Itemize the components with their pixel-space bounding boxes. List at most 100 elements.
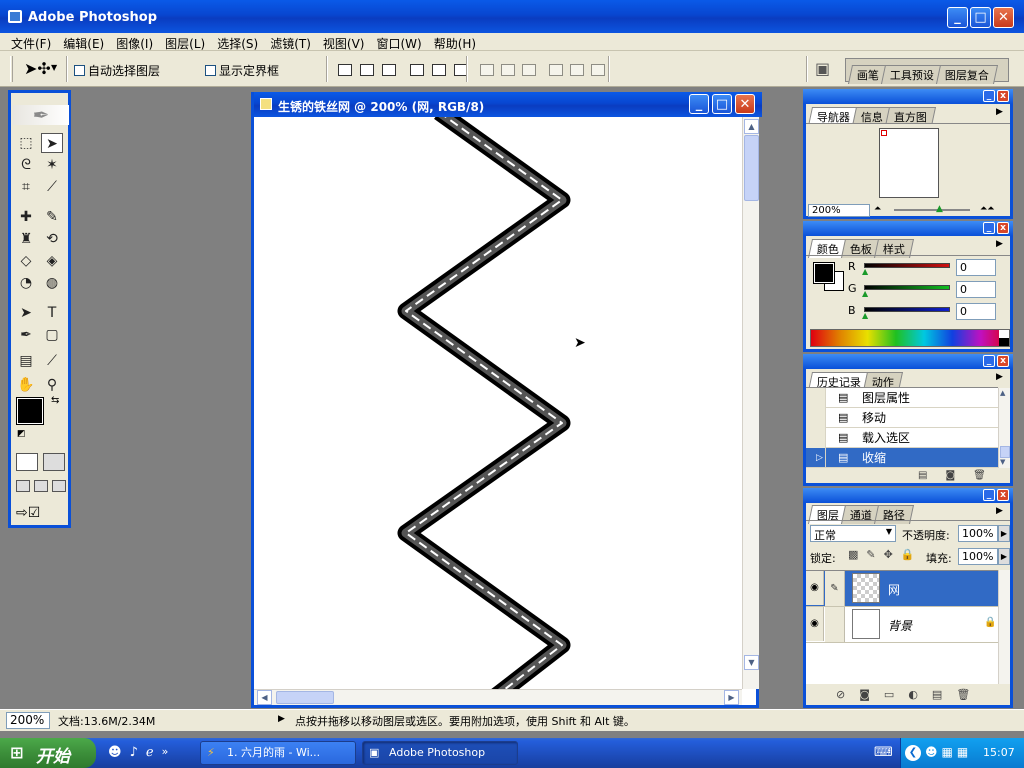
notes-tool-icon[interactable]: ▤ <box>15 351 37 371</box>
snapshot-icon[interactable]: ◙ <box>945 470 955 481</box>
file-browser-icon[interactable]: ▣ <box>815 59 830 78</box>
history-source-cell[interactable]: ▷ <box>806 448 826 468</box>
opacity-field[interactable]: 100% <box>958 525 998 542</box>
quick-mask-button[interactable] <box>43 453 65 471</box>
screen-mode-fullmenu-icon[interactable] <box>34 480 48 492</box>
pen-tool-icon[interactable]: ✒ <box>15 325 37 345</box>
clone-stamp-tool-icon[interactable]: ♜ <box>15 229 37 249</box>
ie-icon[interactable]: ℯ <box>146 745 154 760</box>
minimize-button[interactable]: _ <box>947 7 968 28</box>
vertical-scroll-thumb[interactable] <box>744 135 759 201</box>
tool-preset-dropdown-icon[interactable]: ▼ <box>51 63 57 72</box>
scroll-right-button[interactable]: ▶ <box>724 690 739 705</box>
move-tool-icon[interactable]: ➤✣ <box>24 59 51 78</box>
horizontal-scroll-thumb[interactable] <box>276 691 334 704</box>
history-scroll-down-button[interactable]: ▼ <box>1000 458 1005 466</box>
zoom-out-icon[interactable]: ⏶ <box>874 204 881 214</box>
layer-thumbnail[interactable] <box>852 609 880 639</box>
fill-slider-arrow-icon[interactable]: ▶ <box>998 548 1010 565</box>
link-cell[interactable] <box>825 607 845 642</box>
channel-slider[interactable] <box>864 263 950 268</box>
type-tool-icon[interactable]: T <box>41 303 63 323</box>
palette-well-tab[interactable]: 图层复合 <box>935 65 999 84</box>
auto-select-layer-option[interactable]: 自动选择图层 <box>74 62 160 79</box>
layer-name[interactable]: 网 <box>888 581 900 598</box>
link-layers-icon[interactable]: ⊘ <box>836 688 845 701</box>
trash-icon[interactable]: 🗑 <box>973 470 986 481</box>
distribute-bottom-icon[interactable] <box>522 64 536 76</box>
palette-well-tab[interactable]: 工具预设 <box>880 65 944 84</box>
screen-mode-standard-icon[interactable] <box>16 480 30 492</box>
lock-all-icon[interactable]: 🔒 <box>901 548 915 561</box>
network-2-icon[interactable]: ▦ <box>957 745 968 759</box>
screen-mode-full-icon[interactable] <box>52 480 66 492</box>
layer-thumbnail[interactable] <box>852 573 880 603</box>
history-brush-tool-icon[interactable]: ⟲ <box>41 229 63 249</box>
maximize-button[interactable]: □ <box>970 7 991 28</box>
zoom-slider[interactable] <box>894 209 970 211</box>
layers-scrollbar[interactable] <box>998 570 1010 684</box>
fill-field[interactable]: 100% <box>958 548 998 565</box>
jump-to-imageready-icon[interactable]: ⇨☑ <box>16 505 40 521</box>
scroll-up-button[interactable]: ▲ <box>744 119 759 134</box>
swap-colors-icon[interactable]: ⇆ <box>51 395 59 406</box>
history-state-row[interactable]: ▷ ▤ 收缩 <box>806 448 998 468</box>
panel-minimize-button[interactable]: _ <box>983 489 995 501</box>
default-colors-icon[interactable]: ◩ <box>17 429 26 439</box>
add-layer-mask-icon[interactable]: ◙ <box>859 688 870 701</box>
history-scroll-thumb[interactable] <box>1000 446 1010 458</box>
document-size-info[interactable]: 文档:13.6M/2.34M <box>58 713 155 729</box>
history-source-cell[interactable] <box>806 388 826 408</box>
panel-close-button[interactable]: x <box>997 90 1009 102</box>
layer-row[interactable]: ◉ 背景 🔒 <box>806 607 998 643</box>
blur-tool-icon[interactable]: ◔ <box>15 273 37 293</box>
show-bounds-checkbox[interactable] <box>205 65 216 76</box>
panel-minimize-button[interactable]: _ <box>983 222 995 234</box>
marquee-tool-icon[interactable]: ⬚ <box>15 133 37 153</box>
menu-item[interactable]: 滤镜(T) <box>264 33 317 51</box>
horizontal-scrollbar[interactable]: ◀ ▶ <box>254 689 742 705</box>
distribute-hcenter-icon[interactable] <box>570 64 584 76</box>
quick-launch-more-icon[interactable]: » <box>162 745 169 760</box>
lock-transparency-icon[interactable]: ▩ <box>848 548 858 561</box>
channel-slider[interactable] <box>864 307 950 312</box>
color-foreground-swatch[interactable] <box>813 262 835 284</box>
lasso-tool-icon[interactable]: ᘓ <box>15 155 37 175</box>
taskbar-item-photoshop[interactable]: ▣ Adobe Photoshop <box>362 741 518 765</box>
history-state-row[interactable]: ▤ 图层属性 <box>806 388 998 408</box>
opacity-slider-arrow-icon[interactable]: ▶ <box>998 525 1010 542</box>
channel-value-field[interactable]: 0 <box>956 281 996 298</box>
scroll-down-button[interactable]: ▼ <box>744 655 759 670</box>
menu-item[interactable]: 图层(L) <box>159 33 211 51</box>
history-state-row[interactable]: ▤ 载入选区 <box>806 428 998 448</box>
panel-menu-arrow-icon[interactable]: ▶ <box>996 239 1003 249</box>
menu-item[interactable]: 帮助(H) <box>428 33 482 51</box>
eye-icon[interactable]: ◉ <box>806 607 824 641</box>
blend-mode-select[interactable]: 正常 ▼ <box>810 525 896 542</box>
foreground-color-swatch[interactable] <box>16 397 44 425</box>
panel-minimize-button[interactable]: _ <box>983 355 995 367</box>
move-tool-icon[interactable]: ➤ <box>41 133 63 153</box>
eyedropper-tool-icon[interactable]: ⟋ <box>41 351 63 371</box>
panel-menu-arrow-icon[interactable]: ▶ <box>996 107 1003 117</box>
color-spectrum-bar[interactable] <box>810 329 1010 347</box>
panel-minimize-button[interactable]: _ <box>983 90 995 102</box>
close-button[interactable]: ✕ <box>993 7 1014 28</box>
healing-brush-tool-icon[interactable]: ✚ <box>15 207 37 227</box>
qq-icon[interactable]: ☻ <box>108 745 122 760</box>
align-vcenter-icon[interactable] <box>360 64 374 76</box>
new-group-icon[interactable]: ▭ <box>884 688 894 701</box>
menu-item[interactable]: 图像(I) <box>110 33 159 51</box>
keyboard-icon[interactable]: ⌨ <box>874 745 893 760</box>
menu-item[interactable]: 视图(V) <box>317 33 371 51</box>
channel-slider-thumb[interactable]: ▲ <box>862 289 868 298</box>
history-source-cell[interactable] <box>806 428 826 448</box>
taskbar-item-winamp[interactable]: ⚡ 1. 六月的雨 - Wi... <box>200 741 356 765</box>
align-bottom-icon[interactable] <box>382 64 396 76</box>
channel-value-field[interactable]: 0 <box>956 303 996 320</box>
zoom-in-icon[interactable]: ⏶⏶ <box>980 204 994 214</box>
network-icon[interactable]: ▦ <box>942 745 953 759</box>
adjustment-layer-icon[interactable]: ◐ <box>908 688 918 701</box>
status-menu-arrow-icon[interactable]: ▶ <box>278 714 285 724</box>
slice-tool-icon[interactable]: ⟋ <box>41 177 63 197</box>
